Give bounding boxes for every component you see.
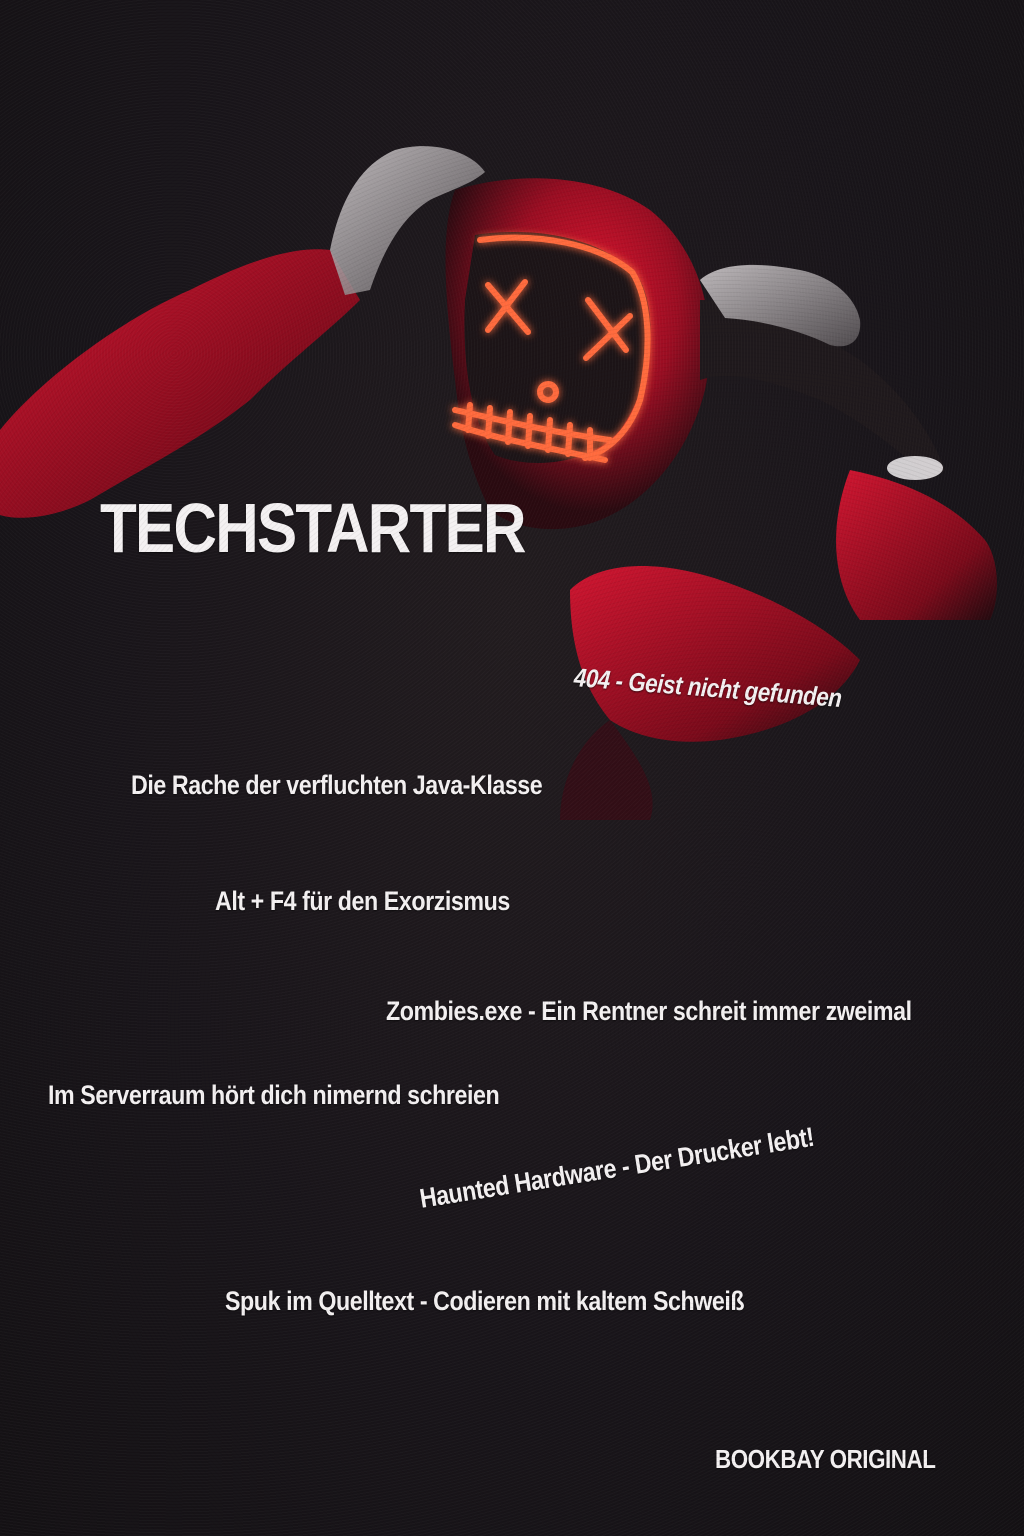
story-title-sourcecode: Spuk im Quelltext - Codieren mit kaltem … <box>225 1286 745 1316</box>
hoodie-body <box>570 566 860 742</box>
publisher-label: BOOKBAY ORIGINAL <box>715 1444 936 1474</box>
story-title-serverroom: Im Serverraum hört dich nimernd schreien <box>48 1080 500 1110</box>
left-sleeve <box>0 249 360 518</box>
story-title-zombies: Zombies.exe - Ein Rentner schreit immer … <box>386 996 912 1026</box>
story-title-printer: Haunted Hardware - Der Drucker lebt! <box>417 1121 817 1214</box>
hooded-figure-image <box>0 146 997 820</box>
poster: TECHSTARTER 404 - Geist nicht gefunden D… <box>0 0 1024 1536</box>
right-sleeve <box>836 470 997 620</box>
brand-title: TECHSTARTER <box>100 489 526 567</box>
story-title-java: Die Rache der verfluchten Java-Klasse <box>131 770 543 800</box>
wristband <box>887 456 943 480</box>
story-title-exorcism: Alt + F4 für den Exorzismus <box>215 886 510 916</box>
hoodie-shadow <box>560 720 653 820</box>
